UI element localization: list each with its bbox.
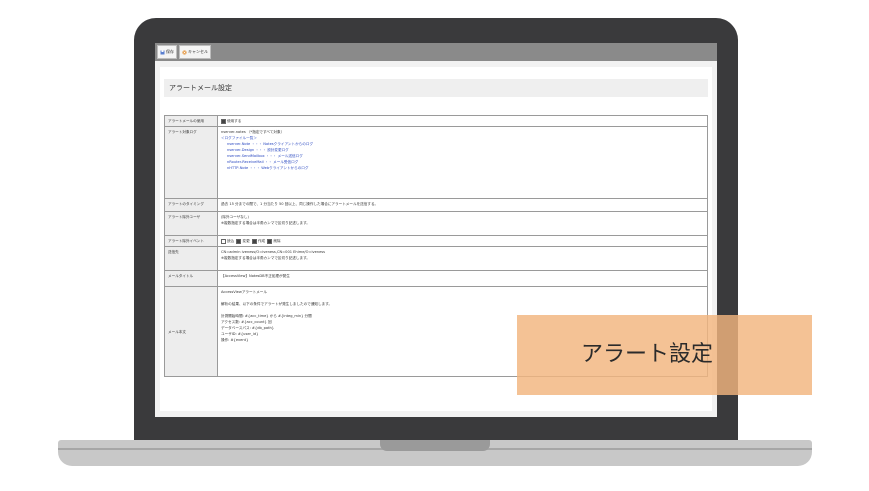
logs-cell: nserver-notes （*指定ですべて対象） ＜ログファイル一覧＞ nse… <box>217 126 708 199</box>
row-logs: アラート対象ログ nserver-notes （*指定ですべて対象） ＜ログファ… <box>164 126 708 199</box>
toolbar: 保存 キャンセル <box>155 43 717 61</box>
update-label: 変更 <box>242 239 250 243</box>
create-checkbox[interactable] <box>251 238 257 244</box>
recipient-note: ※複数指定する場合は半角カンマで区切り記述します。 <box>221 256 310 260</box>
row-label: アラートメールの使用 <box>164 115 218 127</box>
exclude-user-note: ※複数指定する場合は半角カンマで区切り記述します。 <box>221 221 310 225</box>
exclude-user-cell: (除外ユーザなし) ※複数指定する場合は半角カンマで区切り記述します。 <box>217 211 708 236</box>
delete-label: 削除 <box>273 239 281 243</box>
cancel-button[interactable]: キャンセル <box>179 45 211 59</box>
row-label: 送信先 <box>164 246 218 271</box>
row-label: アラート除外ユーザ <box>164 211 218 236</box>
row-timing: アラートのタイミング 過去 15 分までの間で、1 分当たり 50 回以上、同じ… <box>164 198 708 212</box>
exclude-event-cell: 読込 変更 作成 削除 <box>217 235 708 247</box>
delete-checkbox[interactable] <box>267 238 273 244</box>
row-label: アラートのタイミング <box>164 198 218 212</box>
laptop-notch <box>380 440 490 451</box>
update-checkbox[interactable] <box>236 238 242 244</box>
use-text: 使用する <box>227 119 242 123</box>
save-icon <box>160 50 165 54</box>
use-cell: 使用する <box>217 115 708 127</box>
create-label: 作成 <box>257 239 266 243</box>
use-checkbox[interactable] <box>221 118 226 124</box>
cancel-label: キャンセル <box>188 49 208 54</box>
log-item: nHTTP-Note ・・・ Webクライアントからのログ <box>227 166 309 170</box>
read-checkbox[interactable] <box>221 238 226 244</box>
row-exclude-event: アラート除外イベント 読込 変更 作成 削除 <box>164 235 708 247</box>
timing-value: 過去 15 分までの間で、1 分当たり 50 回以上、同じ操作した場合にアラート… <box>217 198 708 212</box>
row-label: メール本文 <box>164 286 218 377</box>
overlay-label: アラート設定 <box>517 315 812 395</box>
row-mail-title: メールタイトル 【AccessView】NotesDB不正処理が発生 <box>164 270 708 287</box>
row-use: アラートメールの使用 使用する <box>164 115 708 127</box>
mail-title-value: 【AccessView】NotesDB不正処理が発生 <box>217 270 708 287</box>
save-button[interactable]: 保存 <box>157 45 177 59</box>
recipient-cell: CN=admin iveness/O=iveness,CN=001 Ehime/… <box>217 246 708 271</box>
read-label: 読込 <box>227 239 235 243</box>
save-label: 保存 <box>166 49 174 54</box>
cancel-icon <box>182 50 187 54</box>
row-exclude-user: アラート除外ユーザ (除外ユーザなし) ※複数指定する場合は半角カンマで区切り記述… <box>164 211 708 236</box>
row-label: アラート除外イベント <box>164 235 218 247</box>
row-recipient: 送信先 CN=admin iveness/O=iveness,CN=001 Eh… <box>164 246 708 271</box>
body-line: 解析の結果、以下の条件でアラートが発生しましたので通知します。 <box>221 302 333 306</box>
row-label: メールタイトル <box>164 270 218 287</box>
page-title: アラートメール設定 <box>164 79 708 97</box>
row-label: アラート対象ログ <box>164 126 218 199</box>
body-line: AccessViewアラートメール <box>221 290 267 294</box>
